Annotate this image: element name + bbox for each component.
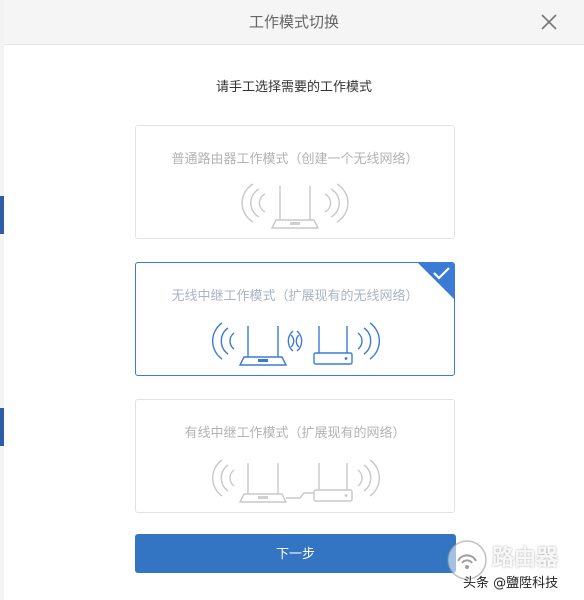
- mode-option-wired-repeater[interactable]: 有线中继工作模式（扩展现有的网络）: [135, 399, 455, 513]
- next-step-button[interactable]: 下一步: [135, 534, 456, 573]
- mode-option-label: 无线中继工作模式（扩展现有的无线网络）: [171, 289, 419, 304]
- wireless-repeater-mode-icon: [212, 322, 380, 366]
- router-mode-icon: [241, 183, 349, 229]
- dialog-title: 工作模式切换: [248, 13, 339, 31]
- mode-switch-dialog: 工作模式切换 请手工选择需要的工作模式 普通路由器工作模式（创建一个无线网络）: [4, 0, 584, 600]
- close-icon: [541, 14, 557, 30]
- checkmark-icon: [418, 263, 454, 299]
- mode-option-label: 普通路由器工作模式（创建一个无线网络）: [171, 152, 419, 167]
- mode-option-label: 有线中继工作模式（扩展现有的网络）: [184, 426, 406, 441]
- dialog-header: 工作模式切换: [4, 0, 584, 45]
- watermark-credit: 头条 @鹽陞科技: [463, 576, 559, 591]
- mode-option-wireless-repeater[interactable]: 无线中继工作模式（扩展现有的无线网络）: [135, 262, 455, 376]
- mode-option-router[interactable]: 普通路由器工作模式（创建一个无线网络）: [135, 125, 455, 239]
- close-button[interactable]: [536, 9, 562, 35]
- wired-repeater-mode-icon: [212, 459, 380, 503]
- watermark-brand: 路由器: [492, 546, 559, 571]
- dialog-subtitle: 请手工选择需要的工作模式: [215, 80, 372, 95]
